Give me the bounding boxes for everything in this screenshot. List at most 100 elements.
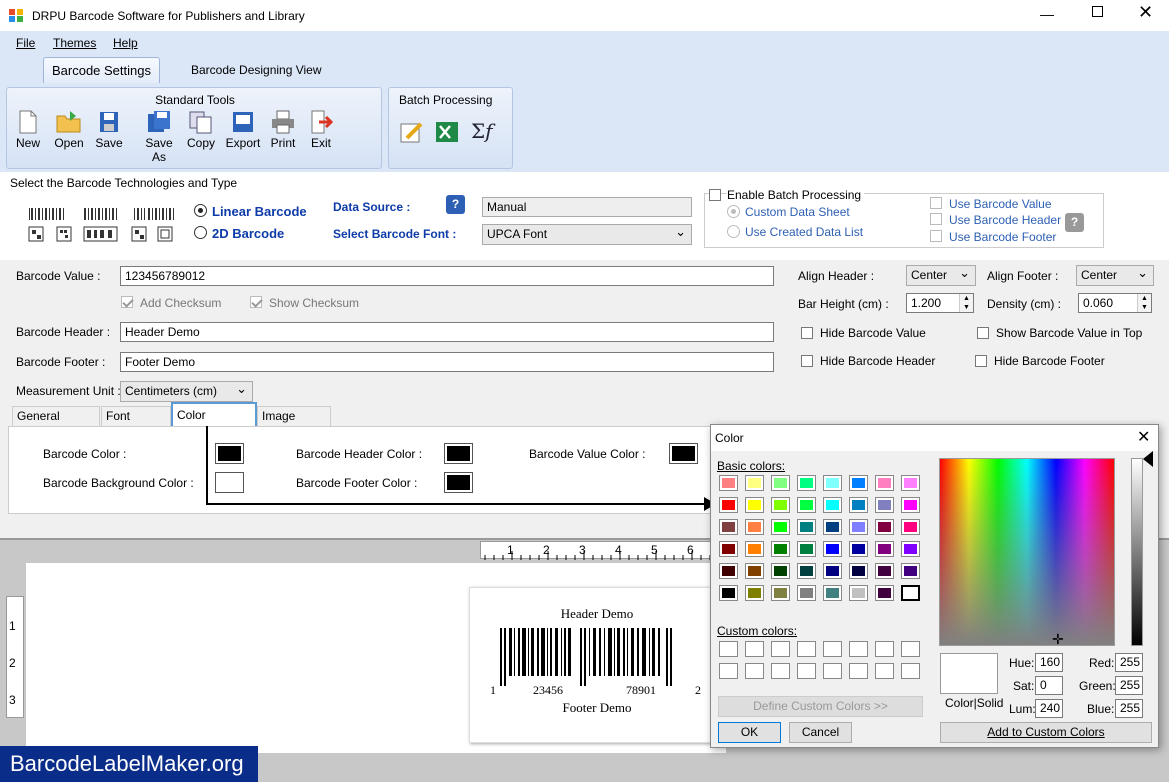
basic-color-swatch[interactable] (719, 497, 738, 513)
basic-color-swatch[interactable] (745, 563, 764, 579)
tab-barcode-designing-view[interactable]: Barcode Designing View (191, 63, 322, 77)
add-checksum-checkbox[interactable] (121, 296, 133, 308)
tab-image-settings[interactable]: Image Settings (257, 406, 331, 441)
basic-color-swatch[interactable] (797, 475, 816, 491)
custom-color-swatch[interactable] (823, 641, 842, 657)
custom-color-swatch[interactable] (797, 663, 816, 679)
barcode-value-input[interactable]: 123456789012 (120, 266, 774, 286)
custom-color-swatch[interactable] (849, 641, 868, 657)
data-source-field[interactable]: Manual (482, 197, 692, 217)
use-barcode-header-checkbox[interactable] (930, 213, 942, 225)
use-barcode-header-label[interactable]: Use Barcode Header (949, 213, 1061, 227)
basic-color-swatch[interactable] (823, 541, 842, 557)
basic-color-swatch[interactable] (849, 519, 868, 535)
hide-barcode-value-checkbox[interactable] (801, 327, 813, 339)
align-footer-select[interactable]: Center (1076, 263, 1154, 286)
show-value-top-label[interactable]: Show Barcode Value in Top (996, 326, 1142, 340)
copy-button[interactable]: Copy (181, 110, 221, 150)
lum-input[interactable]: 240 (1035, 699, 1063, 718)
custom-color-swatch[interactable] (745, 663, 764, 679)
2d-barcode-label[interactable]: 2D Barcode (212, 226, 284, 241)
basic-color-swatch[interactable] (875, 541, 894, 557)
show-checksum-label[interactable]: Show Checksum (269, 296, 359, 310)
use-barcode-value-label[interactable]: Use Barcode Value (949, 197, 1052, 211)
sat-input[interactable]: 0 (1035, 676, 1063, 695)
custom-color-swatch[interactable] (745, 641, 764, 657)
export-button[interactable]: Export (223, 110, 263, 150)
custom-data-sheet-radio[interactable] (727, 205, 740, 218)
custom-color-swatch[interactable] (849, 663, 868, 679)
basic-color-swatch[interactable] (745, 585, 764, 601)
basic-color-swatch[interactable] (875, 519, 894, 535)
open-button[interactable]: Open (49, 110, 89, 150)
close-icon[interactable]: ✕ (1138, 2, 1153, 23)
enable-batch-checkbox[interactable] (709, 189, 721, 201)
custom-color-swatch[interactable] (771, 641, 790, 657)
barcode-header-input[interactable]: Header Demo (120, 322, 774, 342)
hide-barcode-footer-label[interactable]: Hide Barcode Footer (994, 354, 1105, 368)
basic-color-swatch[interactable] (771, 541, 790, 557)
hide-barcode-header-label[interactable]: Hide Barcode Header (820, 354, 935, 368)
basic-color-swatch[interactable] (719, 585, 738, 601)
density-spinner[interactable]: 0.060 ▲ ▼ (1078, 293, 1152, 313)
basic-color-swatch[interactable] (823, 563, 842, 579)
use-barcode-footer-checkbox[interactable] (930, 230, 942, 242)
hide-barcode-footer-checkbox[interactable] (975, 355, 987, 367)
blue-input[interactable]: 255 (1115, 699, 1143, 718)
basic-color-swatch[interactable] (771, 475, 790, 491)
basic-color-swatch[interactable] (901, 475, 920, 491)
basic-color-swatch[interactable] (797, 497, 816, 513)
basic-color-swatch[interactable] (797, 541, 816, 557)
linear-barcode-radio[interactable] (194, 204, 207, 217)
barcode-footer-input[interactable]: Footer Demo (120, 352, 774, 372)
red-input[interactable]: 255 (1115, 653, 1143, 672)
measurement-unit-select[interactable]: Centimeters (cm) (120, 379, 253, 402)
tab-general-settings[interactable]: General Settings (12, 406, 100, 441)
basic-color-swatch[interactable] (849, 475, 868, 491)
basic-color-swatch[interactable] (771, 519, 790, 535)
custom-color-swatch[interactable] (719, 641, 738, 657)
maximize-icon[interactable] (1092, 6, 1103, 17)
color-spectrum[interactable]: ✛ (939, 458, 1115, 646)
batch-formula-icon[interactable]: Σ𝑓 (471, 119, 493, 143)
exit-button[interactable]: Exit (301, 110, 341, 150)
basic-color-swatch[interactable] (901, 563, 920, 579)
linear-barcode-label[interactable]: Linear Barcode (212, 204, 307, 219)
basic-color-swatch[interactable] (901, 497, 920, 513)
basic-color-swatch[interactable] (823, 519, 842, 535)
custom-color-swatch[interactable] (823, 663, 842, 679)
luminosity-pointer-icon[interactable] (1143, 451, 1153, 467)
basic-color-swatch[interactable] (771, 563, 790, 579)
basic-color-swatch[interactable] (849, 563, 868, 579)
custom-data-sheet-label[interactable]: Custom Data Sheet (745, 205, 850, 219)
tab-barcode-settings[interactable]: Barcode Settings (43, 57, 160, 83)
custom-color-swatch[interactable] (901, 663, 920, 679)
batch-excel-icon[interactable] (434, 120, 462, 144)
luminosity-bar[interactable] (1131, 458, 1143, 646)
custom-color-swatch[interactable] (875, 641, 894, 657)
bar-height-spinner[interactable]: 1.200 ▲ ▼ (906, 293, 974, 313)
2d-barcode-radio[interactable] (194, 226, 207, 239)
print-button[interactable]: Print (263, 110, 303, 150)
basic-color-swatch[interactable] (771, 497, 790, 513)
basic-color-swatch[interactable] (849, 585, 868, 601)
basic-color-swatch[interactable] (771, 585, 790, 601)
show-checksum-checkbox[interactable] (250, 296, 262, 308)
minimize-icon[interactable]: — (1040, 6, 1054, 22)
basic-color-swatch[interactable] (719, 519, 738, 535)
basic-color-swatch[interactable] (745, 497, 764, 513)
save-as-button[interactable]: Save As (137, 110, 181, 164)
green-input[interactable]: 255 (1115, 676, 1143, 695)
custom-color-swatch[interactable] (719, 663, 738, 679)
menu-file[interactable]: File (16, 36, 35, 50)
align-header-select[interactable]: Center (906, 263, 976, 286)
enable-batch-label[interactable]: Enable Batch Processing (727, 188, 865, 202)
basic-color-swatch[interactable] (823, 475, 842, 491)
barcode-preview[interactable]: Header Demo 1 23456 78901 2 Footer Demo (469, 587, 713, 743)
define-custom-colors-button[interactable]: Define Custom Colors >> (718, 696, 923, 717)
basic-color-swatch[interactable] (901, 541, 920, 557)
basic-color-swatch[interactable] (901, 585, 920, 601)
batch-help-icon[interactable]: ? (1065, 213, 1084, 232)
new-button[interactable]: New (8, 110, 48, 150)
custom-color-swatch[interactable] (771, 663, 790, 679)
